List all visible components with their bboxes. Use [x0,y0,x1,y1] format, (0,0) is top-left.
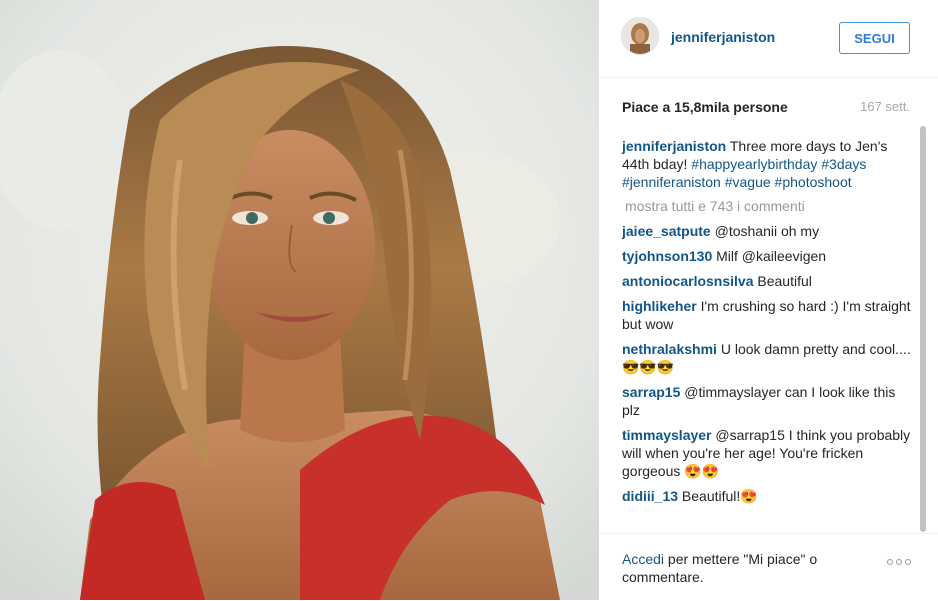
login-link[interactable]: Accedi [622,551,664,567]
comment-username[interactable]: didiii_13 [622,488,678,504]
comment-username[interactable]: tyjohnson130 [622,248,712,264]
login-prompt: Accedi per mettere "Mi piace" o commenta… [622,550,862,586]
comments-scrollbar[interactable] [919,126,927,532]
caption-username[interactable]: jenniferjaniston [622,138,726,154]
scrollbar-thumb[interactable] [920,126,926,532]
comment-item: antoniocarlosnsilva Beautiful [622,272,916,290]
post-time[interactable]: 167 sett. [860,99,910,114]
comment-item: sarrap15 @timmayslayer can I look like t… [622,383,916,419]
follow-button[interactable]: SEGUI [839,22,910,54]
avatar[interactable] [621,17,659,55]
comment-username[interactable]: timmayslayer [622,427,712,443]
comment-username[interactable]: nethralakshmi [622,341,717,357]
comment-item: tyjohnson130 Milf @kaileevigen [622,247,916,265]
comment-username[interactable]: sarrap15 [622,384,680,400]
comment-text: Beautiful [757,273,812,289]
comment-username[interactable]: jaiee_satpute [622,223,711,239]
comment-item: highlikeher I'm crushing so hard :) I'm … [622,297,916,333]
comment-text: Beautiful!😍 [681,488,758,504]
show-all-comments-link[interactable]: mostra tutti e 743 i commenti [625,197,916,215]
post-footer: Accedi per mettere "Mi piace" o commenta… [599,533,938,601]
more-options-icon[interactable] [887,559,911,565]
comment-text: @toshanii oh my [714,223,820,239]
post-header: jenniferjaniston SEGUI [599,0,938,78]
comment-username[interactable]: antoniocarlosnsilva [622,273,753,289]
comment-item: nethralakshmi U look damn pretty and coo… [622,340,916,376]
likes-count[interactable]: Piace a 15,8mila persone [622,99,788,115]
comments-list: jenniferjaniston Three more days to Jen'… [622,137,916,512]
post-photo[interactable] [0,0,599,600]
username-link[interactable]: jenniferjaniston [671,29,775,45]
portrait-image [0,0,599,600]
comment-username[interactable]: highlikeher [622,298,697,314]
comment-text: Milf @kaileevigen [716,248,827,264]
comment-item: jaiee_satpute @toshanii oh my [622,222,916,240]
caption: jenniferjaniston Three more days to Jen'… [622,137,916,191]
post-details-panel: jenniferjaniston SEGUI Piace a 15,8mila … [599,0,938,600]
comment-item: didiii_13 Beautiful!😍 [622,487,916,505]
comment-item: timmayslayer @sarrap15 I think you proba… [622,426,916,480]
